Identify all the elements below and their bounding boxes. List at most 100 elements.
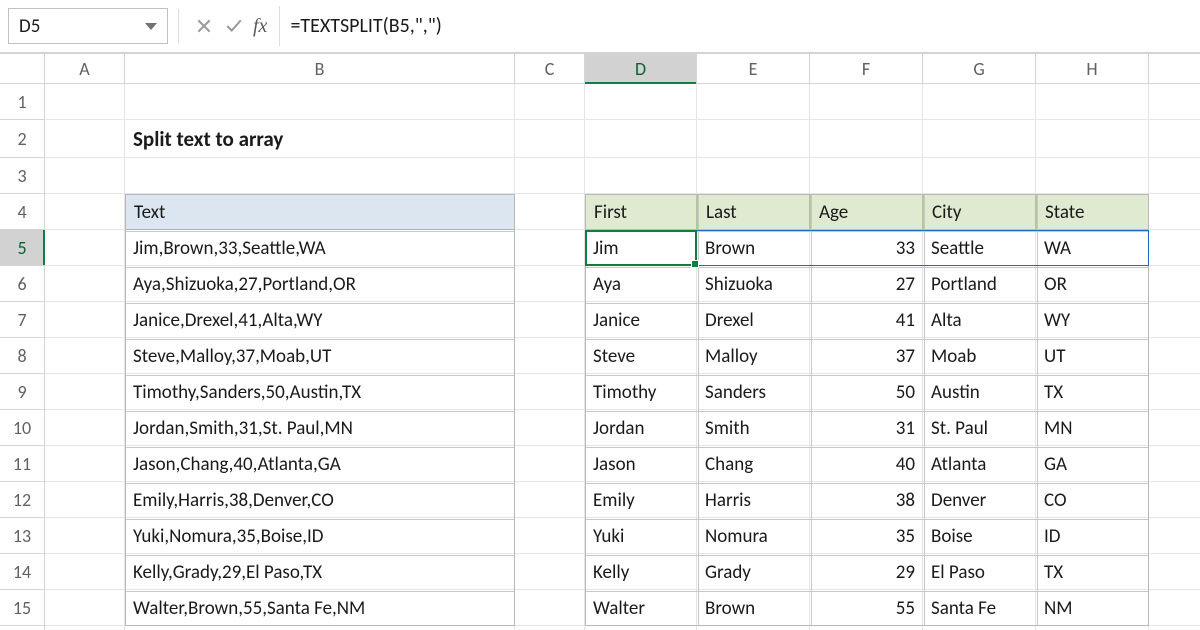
column-header-D[interactable]: D	[585, 54, 697, 83]
first-cell[interactable]: Steve	[585, 338, 697, 374]
row-header-10[interactable]: 10	[0, 410, 44, 446]
age-cell[interactable]: 50	[810, 374, 923, 410]
row-header-12[interactable]: 12	[0, 482, 44, 518]
text-cell[interactable]: Emily,Harris,38,Denver,CO	[125, 482, 515, 518]
text-cell[interactable]: Yuki,Nomura,35,Boise,ID	[125, 518, 515, 554]
divider	[178, 9, 179, 43]
city-cell[interactable]: Santa Fe	[923, 590, 1036, 626]
row-header-6[interactable]: 6	[0, 266, 44, 302]
state-cell[interactable]: WA	[1036, 230, 1149, 266]
row-header-3[interactable]: 3	[0, 158, 44, 194]
text-cell[interactable]: Jordan,Smith,31,St. Paul,MN	[125, 410, 515, 446]
first-cell[interactable]: Kelly	[585, 554, 697, 590]
row-header-8[interactable]: 8	[0, 338, 44, 374]
state-cell[interactable]: MN	[1036, 410, 1149, 446]
text-cell[interactable]: Jim,Brown,33,Seattle,WA	[125, 230, 515, 266]
text-cell[interactable]: Timothy,Sanders,50,Austin,TX	[125, 374, 515, 410]
age-cell[interactable]: 29	[810, 554, 923, 590]
row-header-14[interactable]: 14	[0, 554, 44, 590]
row-header-1[interactable]: 1	[0, 84, 44, 120]
text-cell[interactable]: Kelly,Grady,29,El Paso,TX	[125, 554, 515, 590]
row-header-5[interactable]: 5	[0, 230, 44, 266]
last-cell[interactable]: Drexel	[697, 302, 810, 338]
city-cell[interactable]: Portland	[923, 266, 1036, 302]
grid[interactable]: Split text to arrayTextFirstLastAgeCityS…	[45, 84, 1200, 630]
last-cell[interactable]: Nomura	[697, 518, 810, 554]
formula-input[interactable]: =TEXTSPLIT(B5,",")	[286, 14, 1192, 38]
city-cell[interactable]: St. Paul	[923, 410, 1036, 446]
row-header-2[interactable]: 2	[0, 120, 44, 158]
state-cell[interactable]: UT	[1036, 338, 1149, 374]
state-cell[interactable]: TX	[1036, 374, 1149, 410]
text-cell[interactable]: Walter,Brown,55,Santa Fe,NM	[125, 590, 515, 626]
age-cell[interactable]: 33	[810, 230, 923, 266]
select-all-corner[interactable]	[0, 54, 45, 84]
city-cell[interactable]: Atlanta	[923, 446, 1036, 482]
text-cell[interactable]: Janice,Drexel,41,Alta,WY	[125, 302, 515, 338]
age-cell[interactable]: 41	[810, 302, 923, 338]
city-cell[interactable]: Boise	[923, 518, 1036, 554]
fx-icon[interactable]: fx	[253, 15, 267, 38]
page-title[interactable]: Split text to array	[125, 120, 515, 158]
state-cell[interactable]: NM	[1036, 590, 1149, 626]
cancel-formula-icon[interactable]	[191, 13, 217, 39]
state-cell[interactable]: TX	[1036, 554, 1149, 590]
state-cell[interactable]: ID	[1036, 518, 1149, 554]
age-cell[interactable]: 35	[810, 518, 923, 554]
result-header-state: State	[1036, 194, 1149, 230]
age-cell[interactable]: 31	[810, 410, 923, 446]
age-cell[interactable]: 38	[810, 482, 923, 518]
city-cell[interactable]: Moab	[923, 338, 1036, 374]
last-cell[interactable]: Grady	[697, 554, 810, 590]
column-header-G[interactable]: G	[923, 54, 1036, 83]
last-cell[interactable]: Sanders	[697, 374, 810, 410]
column-header-H[interactable]: H	[1036, 54, 1149, 83]
state-cell[interactable]: WY	[1036, 302, 1149, 338]
age-cell[interactable]: 55	[810, 590, 923, 626]
city-cell[interactable]: Austin	[923, 374, 1036, 410]
last-cell[interactable]: Chang	[697, 446, 810, 482]
last-cell[interactable]: Malloy	[697, 338, 810, 374]
last-cell[interactable]: Shizuoka	[697, 266, 810, 302]
row-header-9[interactable]: 9	[0, 374, 44, 410]
column-header-A[interactable]: A	[45, 54, 125, 83]
first-cell[interactable]: Jim	[585, 230, 697, 266]
state-cell[interactable]: OR	[1036, 266, 1149, 302]
age-cell[interactable]: 27	[810, 266, 923, 302]
column-header-F[interactable]: F	[810, 54, 923, 83]
city-cell[interactable]: Denver	[923, 482, 1036, 518]
last-cell[interactable]: Smith	[697, 410, 810, 446]
chevron-down-icon[interactable]	[145, 23, 157, 30]
confirm-formula-icon[interactable]	[221, 13, 247, 39]
text-cell[interactable]: Aya,Shizuoka,27,Portland,OR	[125, 266, 515, 302]
first-cell[interactable]: Jason	[585, 446, 697, 482]
row-header-15[interactable]: 15	[0, 590, 44, 626]
last-cell[interactable]: Brown	[697, 590, 810, 626]
first-cell[interactable]: Walter	[585, 590, 697, 626]
first-cell[interactable]: Aya	[585, 266, 697, 302]
name-box[interactable]: D5	[8, 8, 168, 44]
city-cell[interactable]: Seattle	[923, 230, 1036, 266]
first-cell[interactable]: Emily	[585, 482, 697, 518]
row-header-11[interactable]: 11	[0, 446, 44, 482]
column-header-C[interactable]: C	[515, 54, 585, 83]
first-cell[interactable]: Timothy	[585, 374, 697, 410]
text-cell[interactable]: Jason,Chang,40,Atlanta,GA	[125, 446, 515, 482]
first-cell[interactable]: Jordan	[585, 410, 697, 446]
text-cell[interactable]: Steve,Malloy,37,Moab,UT	[125, 338, 515, 374]
first-cell[interactable]: Yuki	[585, 518, 697, 554]
city-cell[interactable]: Alta	[923, 302, 1036, 338]
state-cell[interactable]: CO	[1036, 482, 1149, 518]
row-header-7[interactable]: 7	[0, 302, 44, 338]
first-cell[interactable]: Janice	[585, 302, 697, 338]
age-cell[interactable]: 37	[810, 338, 923, 374]
column-header-B[interactable]: B	[125, 54, 515, 83]
column-header-E[interactable]: E	[697, 54, 810, 83]
age-cell[interactable]: 40	[810, 446, 923, 482]
row-header-4[interactable]: 4	[0, 194, 44, 230]
state-cell[interactable]: GA	[1036, 446, 1149, 482]
row-header-13[interactable]: 13	[0, 518, 44, 554]
last-cell[interactable]: Brown	[697, 230, 810, 266]
last-cell[interactable]: Harris	[697, 482, 810, 518]
city-cell[interactable]: El Paso	[923, 554, 1036, 590]
